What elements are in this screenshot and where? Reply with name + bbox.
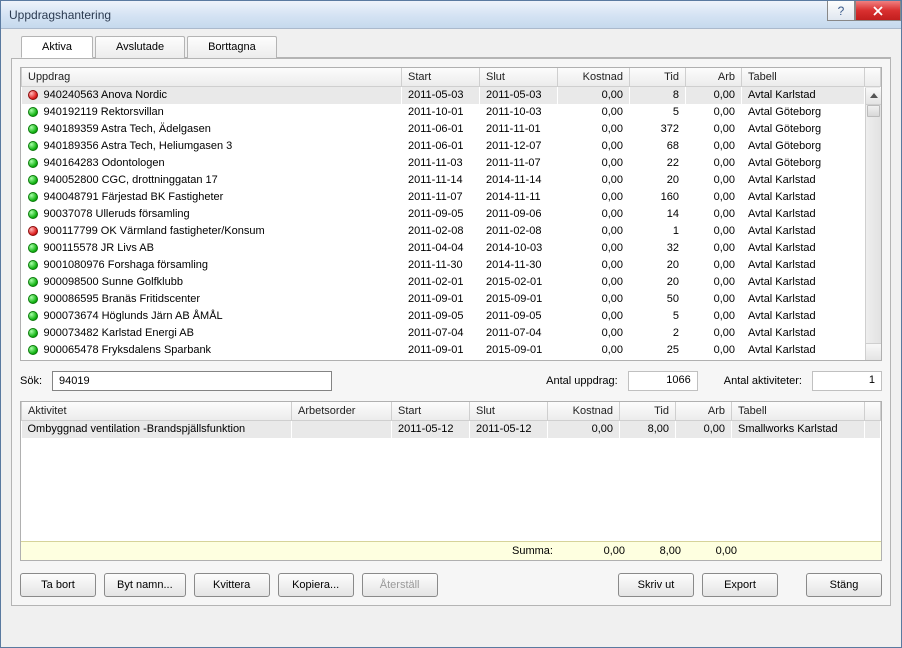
close-button[interactable] (855, 1, 901, 21)
count-akt-label: Antal aktiviteter: (724, 375, 802, 387)
tab-aktiva[interactable]: Aktiva (21, 36, 93, 58)
status-dot-icon (28, 277, 38, 287)
status-dot-icon (28, 175, 38, 185)
col-arb[interactable]: Arb (686, 68, 742, 87)
table-row[interactable]: 9001080976 Forshaga församling2011-11-30… (22, 257, 881, 274)
col-aktivitet[interactable]: Aktivitet (22, 402, 292, 421)
col-kostnad[interactable]: Kostnad (558, 68, 630, 87)
col-arb2[interactable]: Arb (676, 402, 732, 421)
status-dot-icon (28, 107, 38, 117)
scroll-thumb[interactable] (867, 105, 880, 117)
byt-namn-button[interactable]: Byt namn... (104, 573, 186, 597)
table-row[interactable]: 900115578 JR Livs AB2011-04-042014-10-03… (22, 240, 881, 257)
table-row[interactable]: 900086595 Branäs Fritidscenter2011-09-01… (22, 291, 881, 308)
table-row[interactable]: 900073482 Karlstad Energi AB2011-07-0420… (22, 325, 881, 342)
col-arbetsorder[interactable]: Arbetsorder (292, 402, 392, 421)
count-akt-value: 1 (812, 371, 882, 391)
col-uppdrag[interactable]: Uppdrag (22, 68, 402, 87)
table-row[interactable]: 940189359 Astra Tech, Ädelgasen2011-06-0… (22, 121, 881, 138)
status-dot-icon (28, 345, 38, 355)
table-row[interactable]: 940189356 Astra Tech, Heliumgasen 32011-… (22, 138, 881, 155)
status-dot-icon (28, 226, 38, 236)
status-dot-icon (28, 243, 38, 253)
tab-bar: Aktiva Avslutade Borttagna (21, 35, 891, 58)
status-dot-icon (28, 192, 38, 202)
help-button[interactable]: ? (827, 1, 855, 21)
assignments-grid[interactable]: Uppdrag Start Slut Kostnad Tid Arb Tabel… (20, 67, 882, 361)
table-row[interactable]: 940240563 Anova Nordic2011-05-032011-05-… (22, 87, 881, 104)
col-tid2[interactable]: Tid (620, 402, 676, 421)
close-icon (872, 6, 884, 16)
aterstall-button[interactable]: Återställ (362, 573, 438, 597)
kopiera-button[interactable]: Kopiera... (278, 573, 354, 597)
status-dot-icon (28, 294, 38, 304)
count-uppdrag-value: 1066 (628, 371, 698, 391)
col-slut2[interactable]: Slut (470, 402, 548, 421)
col-scroll (865, 68, 881, 87)
col-tabell2[interactable]: Tabell (732, 402, 865, 421)
status-dot-icon (28, 90, 38, 100)
col-tabell[interactable]: Tabell (742, 68, 865, 87)
tab-borttagna[interactable]: Borttagna (187, 36, 277, 58)
table-row[interactable]: 900098500 Sunne Golfklubb2011-02-012015-… (22, 274, 881, 291)
export-button[interactable]: Export (702, 573, 778, 597)
skriv-ut-button[interactable]: Skriv ut (618, 573, 694, 597)
scroll-down-icon (870, 350, 878, 355)
sum-arb: 0,00 (681, 545, 737, 557)
scroll-up-icon (870, 93, 878, 98)
stang-button[interactable]: Stäng (806, 573, 882, 597)
help-icon: ? (838, 4, 845, 18)
kvittera-button[interactable]: Kvittera (194, 573, 270, 597)
col-slut[interactable]: Slut (480, 68, 558, 87)
activities-grid[interactable]: Aktivitet Arbetsorder Start Slut Kostnad… (20, 401, 882, 561)
status-dot-icon (28, 124, 38, 134)
app-window: Uppdragshantering ? Aktiva Avslutade Bor… (0, 0, 902, 648)
status-dot-icon (28, 209, 38, 219)
count-uppdrag-label: Antal uppdrag: (546, 375, 618, 387)
search-label: Sök: (20, 375, 42, 387)
status-dot-icon (28, 328, 38, 338)
grid-scrollbar[interactable] (865, 88, 881, 360)
table-row[interactable]: 90037078 Ulleruds församling2011-09-0520… (22, 206, 881, 223)
col-start2[interactable]: Start (392, 402, 470, 421)
window-title: Uppdragshantering (9, 8, 111, 22)
ta-bort-button[interactable]: Ta bort (20, 573, 96, 597)
status-dot-icon (28, 141, 38, 151)
table-row[interactable]: 940192119 Rektorsvillan2011-10-012011-10… (22, 104, 881, 121)
table-row[interactable]: 900073674 Höglunds Järn AB ÅMÅL2011-09-0… (22, 308, 881, 325)
sum-tid: 8,00 (625, 545, 681, 557)
col-start[interactable]: Start (402, 68, 480, 87)
table-row[interactable]: 900065478 Fryksdalens Sparbank2011-09-01… (22, 342, 881, 359)
search-input[interactable] (52, 371, 332, 391)
tab-avslutade[interactable]: Avslutade (95, 36, 185, 58)
status-dot-icon (28, 311, 38, 321)
table-row[interactable]: 940052800 CGC, drottninggatan 172011-11-… (22, 172, 881, 189)
sum-row: Summa: 0,00 8,00 0,00 (21, 541, 881, 560)
table-row[interactable]: 940048791 Färjestad BK Fastigheter2011-1… (22, 189, 881, 206)
table-row[interactable]: 900117799 OK Värmland fastigheter/Konsum… (22, 223, 881, 240)
col-kostnad2[interactable]: Kostnad (548, 402, 620, 421)
status-dot-icon (28, 158, 38, 168)
col-tid[interactable]: Tid (630, 68, 686, 87)
title-bar[interactable]: Uppdragshantering ? (1, 1, 901, 29)
table-row[interactable]: 940164283 Odontologen2011-11-032011-11-0… (22, 155, 881, 172)
sum-kostnad: 0,00 (553, 545, 625, 557)
table-row[interactable]: Ombyggnad ventilation -Brandspjällsfunkt… (22, 421, 881, 438)
sum-label: Summa: (475, 545, 553, 557)
status-dot-icon (28, 260, 38, 270)
